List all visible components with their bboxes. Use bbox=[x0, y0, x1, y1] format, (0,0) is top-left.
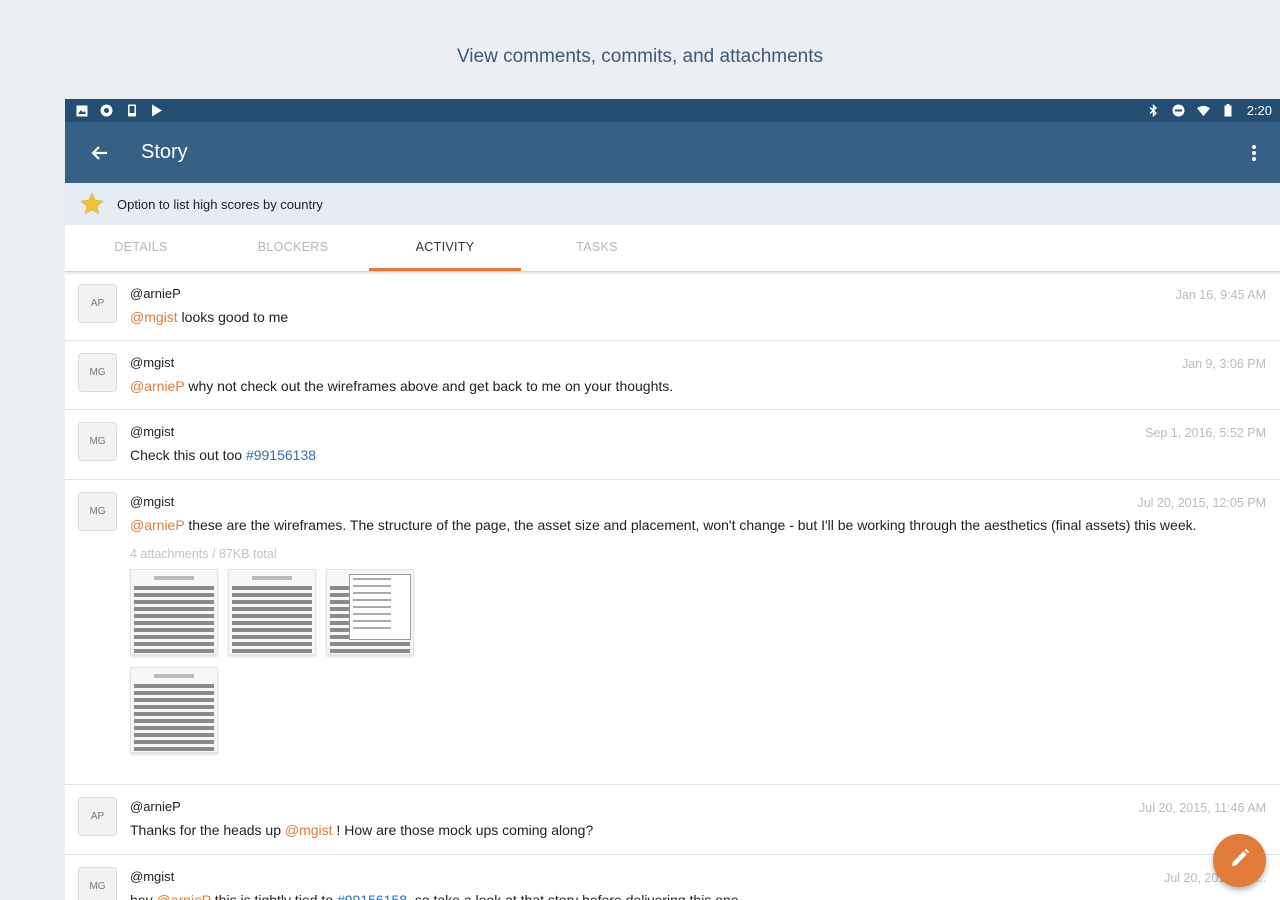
story-header: Option to list high scores by country bbox=[65, 183, 1280, 225]
battery-icon bbox=[1222, 104, 1235, 117]
app-window: 2:20 Story Option to list high scores by… bbox=[65, 99, 1280, 900]
comment-author[interactable]: @mgist bbox=[130, 494, 1266, 509]
activity-item: AP @arnieP @mgist looks good to me Jan 1… bbox=[65, 272, 1280, 341]
attachment-thumbnail[interactable] bbox=[130, 667, 218, 753]
comment-timestamp: Jan 16, 9:45 AM bbox=[1175, 288, 1266, 302]
comment-text-fragment: ! How are those mock ups coming along? bbox=[332, 822, 594, 838]
edit-comment-button[interactable] bbox=[1213, 834, 1266, 887]
activity-feed: AP @arnieP @mgist looks good to me Jan 1… bbox=[65, 272, 1280, 900]
comment-author[interactable]: @arnieP bbox=[130, 799, 1266, 814]
tab-details[interactable]: DETAILS bbox=[65, 225, 217, 271]
attachments-grid bbox=[130, 569, 430, 767]
avatar[interactable]: MG bbox=[78, 353, 117, 392]
story-link[interactable]: #99156138 bbox=[246, 447, 316, 463]
comment-timestamp: Jul 20, 2015, 11:46 AM bbox=[1139, 801, 1266, 815]
avatar[interactable]: MG bbox=[78, 492, 117, 531]
comment-author[interactable]: @mgist bbox=[130, 869, 1266, 884]
avatar[interactable]: AP bbox=[78, 284, 117, 323]
page-caption: View comments, commits, and attachments bbox=[456, 46, 824, 67]
tab-blockers[interactable]: BLOCKERS bbox=[217, 225, 369, 271]
comment-author[interactable]: @mgist bbox=[130, 424, 1266, 439]
app-toolbar: Story bbox=[65, 122, 1280, 183]
avatar[interactable]: MG bbox=[78, 422, 117, 461]
image-icon bbox=[75, 104, 88, 117]
comment-timestamp: Jan 9, 3:06 PM bbox=[1181, 357, 1266, 371]
tab-activity[interactable]: ACTIVITY bbox=[369, 225, 521, 271]
attachment-thumbnail[interactable] bbox=[228, 569, 316, 655]
attachment-thumbnail[interactable] bbox=[130, 569, 218, 655]
story-link[interactable]: #99156158 bbox=[337, 892, 407, 900]
comment-text: @mgist looks good to me bbox=[130, 308, 1266, 327]
mention-link[interactable]: @mgist bbox=[285, 822, 333, 838]
comment-text-fragment: these are the wireframes. The structure … bbox=[184, 517, 1197, 533]
comment-text-fragment: looks good to me bbox=[177, 309, 289, 325]
comment-text-fragment: this is tightly tied to bbox=[210, 892, 337, 900]
do-not-disturb-icon bbox=[1172, 104, 1185, 117]
bluetooth-icon bbox=[1147, 104, 1160, 117]
mention-link[interactable]: @arnieP bbox=[130, 378, 184, 394]
phone-icon bbox=[125, 104, 138, 117]
comment-text: hey @arnieP this is tightly tied to #991… bbox=[130, 891, 1266, 900]
comment-text-fragment: , so take a look at that story before de… bbox=[407, 892, 743, 900]
comment-text: Thanks for the heads up @mgist ! How are… bbox=[130, 821, 1266, 840]
comment-author[interactable]: @arnieP bbox=[130, 286, 1266, 301]
comment-text: @arnieP these are the wireframes. The st… bbox=[130, 516, 1266, 535]
comment-timestamp: Sep 1, 2016, 5:52 PM bbox=[1145, 426, 1266, 440]
attachment-thumbnail[interactable] bbox=[326, 569, 414, 655]
comment-text: @arnieP why not check out the wireframes… bbox=[130, 377, 1266, 396]
toolbar-title: Story bbox=[141, 141, 188, 163]
tab-bar: DETAILS BLOCKERS ACTIVITY TASKS bbox=[65, 225, 1280, 272]
circle-settings-icon bbox=[100, 104, 113, 117]
status-bar: 2:20 bbox=[65, 99, 1280, 122]
avatar[interactable]: AP bbox=[78, 797, 117, 836]
comment-text-fragment: hey bbox=[130, 892, 157, 900]
comment-text-fragment: Check this out too bbox=[130, 447, 246, 463]
avatar[interactable]: MG bbox=[78, 867, 117, 900]
tab-tasks[interactable]: TASKS bbox=[521, 225, 673, 271]
mention-link[interactable]: @arnieP bbox=[156, 892, 210, 900]
pencil-icon bbox=[1228, 846, 1252, 875]
star-icon[interactable] bbox=[79, 191, 105, 217]
more-vert-icon[interactable] bbox=[1244, 142, 1264, 164]
activity-item: MG @mgist hey @arnieP this is tightly ti… bbox=[65, 855, 1280, 900]
story-title: Option to list high scores by country bbox=[117, 196, 323, 212]
wifi-icon bbox=[1196, 104, 1210, 117]
mention-link[interactable]: @arnieP bbox=[130, 517, 184, 533]
activity-item: MG @mgist @arnieP these are the wirefram… bbox=[65, 480, 1280, 785]
comment-timestamp: Jul 20, 2015, 12:05 PM bbox=[1137, 496, 1266, 510]
status-time: 2:20 bbox=[1246, 103, 1272, 118]
activity-item: AP @arnieP Thanks for the heads up @mgis… bbox=[65, 785, 1280, 855]
comment-text-fragment: Thanks for the heads up bbox=[130, 822, 285, 838]
comment-text-fragment: why not check out the wireframes above a… bbox=[184, 378, 674, 394]
comment-author[interactable]: @mgist bbox=[130, 355, 1266, 370]
back-arrow-icon[interactable] bbox=[89, 142, 111, 164]
activity-item: MG @mgist Check this out too #99156138 S… bbox=[65, 410, 1280, 480]
activity-item: MG @mgist @arnieP why not check out the … bbox=[65, 341, 1280, 410]
attachments-summary: 4 attachments / 87KB total bbox=[130, 547, 277, 561]
comment-text: Check this out too #99156138 bbox=[130, 446, 1266, 465]
mention-link[interactable]: @mgist bbox=[130, 309, 178, 325]
play-store-icon bbox=[150, 104, 163, 117]
